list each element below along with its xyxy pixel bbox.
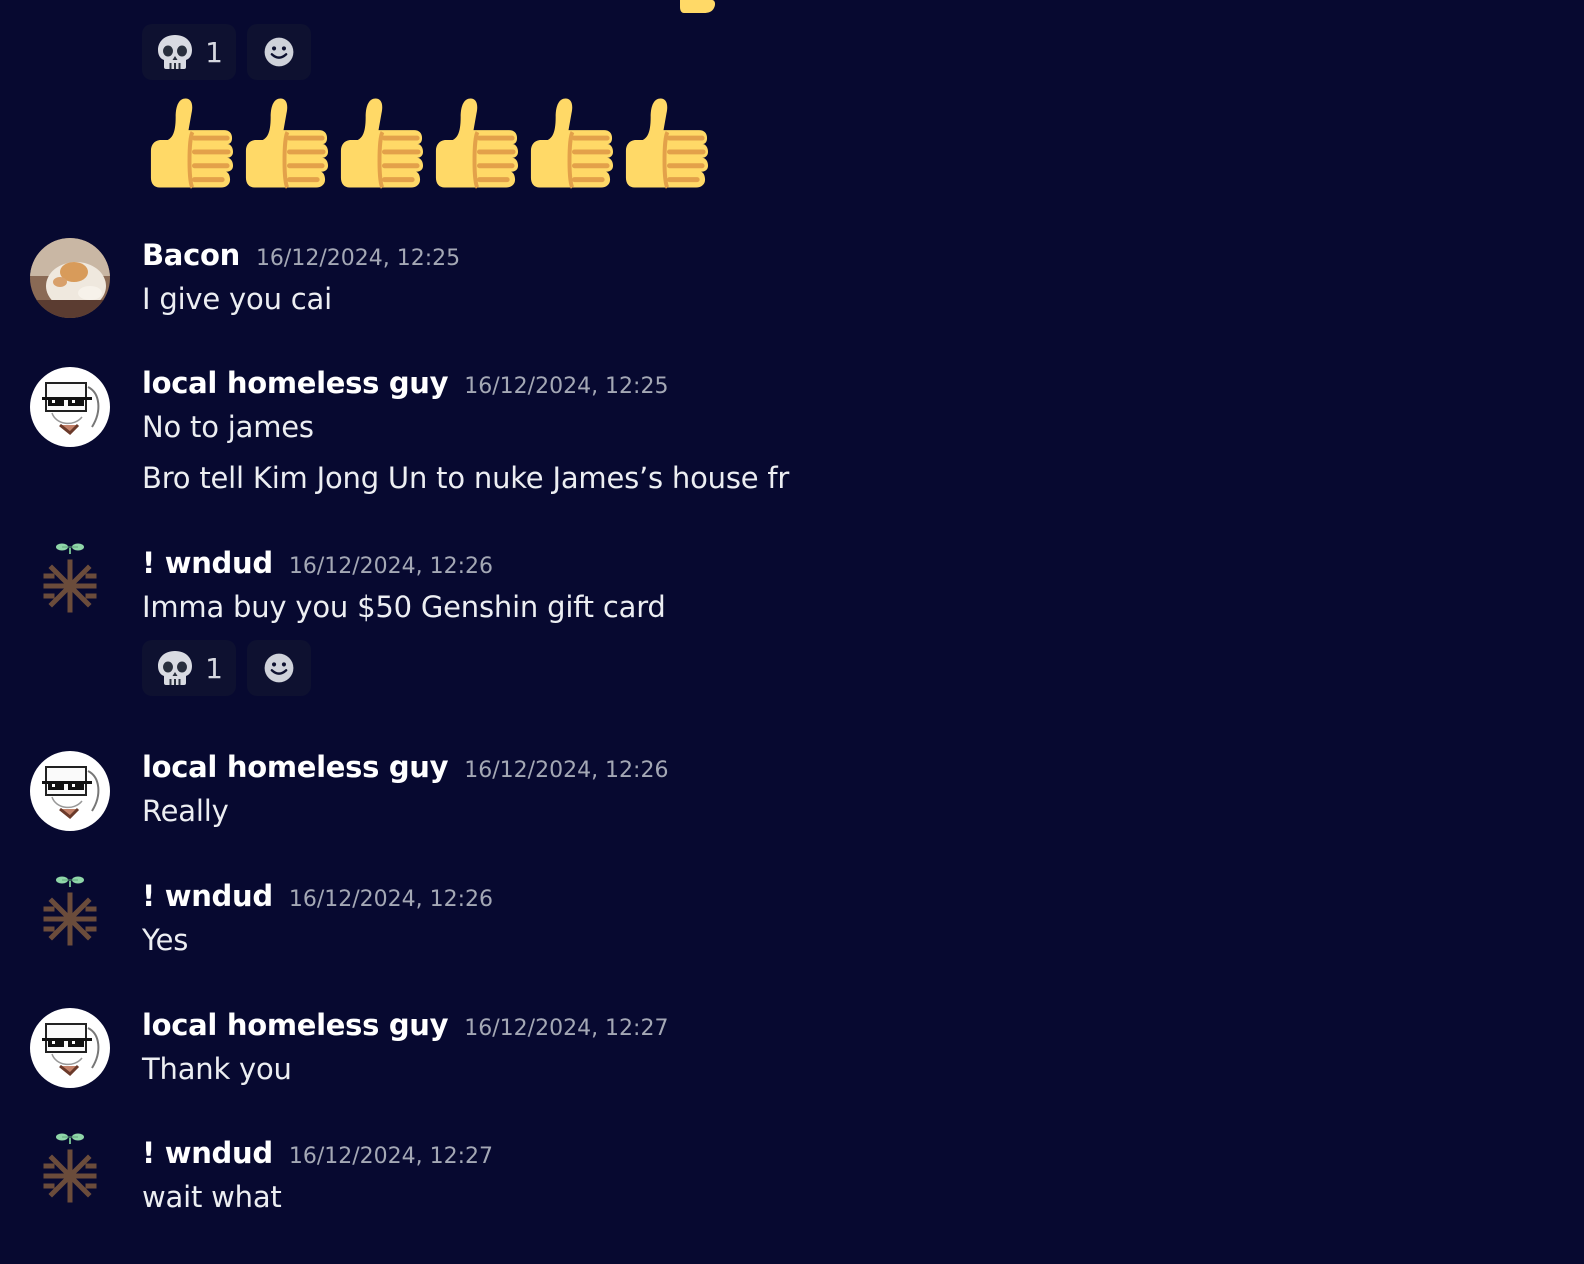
cat-avatar-icon: [30, 238, 110, 318]
avatar[interactable]: [30, 1008, 110, 1088]
message-header: ! wndud 16/12/2024, 12:27: [142, 1136, 493, 1170]
timestamp[interactable]: 16/12/2024, 12:25: [256, 246, 460, 271]
sunglasses-avatar-icon: [30, 1008, 110, 1088]
timestamp[interactable]: 16/12/2024, 12:26: [464, 758, 668, 783]
sunglasses-avatar-icon: [30, 367, 110, 447]
thumbs-up-icon: [335, 95, 426, 193]
author-name[interactable]: local homeless guy: [142, 750, 449, 784]
add-reaction-button[interactable]: [247, 640, 311, 696]
message-text: Thank you: [142, 1052, 292, 1086]
author-name[interactable]: ! wndud: [142, 1136, 273, 1170]
message-text: No to james: [142, 410, 314, 444]
message-header: local homeless guy 16/12/2024, 12:27: [142, 1008, 668, 1042]
author-name[interactable]: local homeless guy: [142, 1008, 449, 1042]
message-text: Imma buy you $50 Genshin gift card: [142, 590, 666, 624]
message-text: Really: [142, 794, 229, 828]
author-name[interactable]: Bacon: [142, 238, 240, 272]
skull-icon: [155, 648, 195, 688]
author-name[interactable]: local homeless guy: [142, 366, 449, 400]
sunglasses-avatar-icon: [30, 751, 110, 831]
add-reaction-smile-icon: [261, 34, 297, 70]
avatar[interactable]: [30, 871, 110, 951]
reaction-skull[interactable]: 1: [142, 640, 236, 696]
thumbs-up-icon: [240, 95, 331, 193]
timestamp[interactable]: 16/12/2024, 12:27: [289, 1144, 493, 1169]
thumbs-up-icon: [620, 95, 711, 193]
message-header: local homeless guy 16/12/2024, 12:25: [142, 366, 668, 400]
message-header: ! wndud 16/12/2024, 12:26: [142, 879, 493, 913]
add-reaction-smile-icon: [261, 650, 297, 686]
sprout-avatar-icon: [30, 1128, 110, 1208]
add-reaction-button[interactable]: [247, 24, 311, 80]
timestamp[interactable]: 16/12/2024, 12:26: [289, 887, 493, 912]
author-name[interactable]: ! wndud: [142, 546, 273, 580]
avatar[interactable]: [30, 1128, 110, 1208]
avatar[interactable]: [30, 751, 110, 831]
message-header: local homeless guy 16/12/2024, 12:26: [142, 750, 668, 784]
avatar[interactable]: [30, 538, 110, 618]
thumbs-up-icon: [145, 95, 236, 193]
sprout-avatar-icon: [30, 871, 110, 951]
message-text: Yes: [142, 923, 189, 957]
avatar[interactable]: [30, 238, 110, 318]
message-header: ! wndud 16/12/2024, 12:26: [142, 546, 493, 580]
timestamp[interactable]: 16/12/2024, 12:25: [464, 374, 668, 399]
author-name[interactable]: ! wndud: [142, 879, 273, 913]
timestamp[interactable]: 16/12/2024, 12:27: [464, 1016, 668, 1041]
skull-icon: [155, 32, 195, 72]
avatar[interactable]: [30, 367, 110, 447]
thumbs-emoji-row: [145, 95, 711, 193]
message-text: I give you cai: [142, 282, 332, 316]
sprout-avatar-icon: [30, 538, 110, 618]
message-text: wait what: [142, 1180, 282, 1214]
thumbs-up-icon: [525, 95, 616, 193]
reaction-count: 1: [205, 35, 223, 69]
thumbs-up-icon: [680, 0, 716, 13]
reaction-skull[interactable]: 1: [142, 24, 236, 80]
timestamp[interactable]: 16/12/2024, 12:26: [289, 554, 493, 579]
message-text: Bro tell Kim Jong Un to nuke James’s hou…: [142, 461, 790, 495]
message-header: Bacon 16/12/2024, 12:25: [142, 238, 460, 272]
reaction-count: 1: [205, 651, 223, 685]
thumbs-up-icon: [430, 95, 521, 193]
